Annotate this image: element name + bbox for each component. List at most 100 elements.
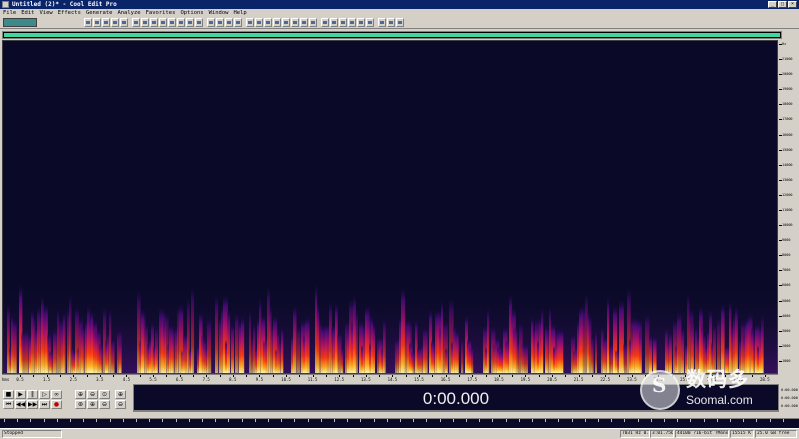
level-tick <box>650 419 652 422</box>
spectrogram-burst <box>109 308 112 373</box>
waveform-overview[interactable] <box>2 31 782 39</box>
menu-effects[interactable]: Effects <box>58 9 81 17</box>
toolbar-button[interactable] <box>177 18 185 27</box>
toolbar-button[interactable] <box>357 18 365 27</box>
zoom-out-horizontal-button[interactable]: ⊖ <box>87 390 98 399</box>
time-tick <box>272 375 274 377</box>
toolbar-button[interactable] <box>168 18 176 27</box>
spectrogram-burst <box>63 311 66 373</box>
toolbar-button[interactable] <box>321 18 329 27</box>
toolbar-button[interactable] <box>255 18 263 27</box>
menu-favorites[interactable]: Favorites <box>146 9 176 17</box>
spectrogram-burst <box>383 318 386 373</box>
level-tick <box>360 419 362 422</box>
maximize-button[interactable]: □ <box>778 1 787 8</box>
play-to-end-button[interactable]: ▷ <box>39 390 50 399</box>
toolbar-button[interactable] <box>282 18 290 27</box>
spectrogram-canvas[interactable] <box>3 41 777 373</box>
toolbar-button[interactable] <box>93 18 101 27</box>
time-tick <box>512 375 514 377</box>
level-tick <box>492 419 494 422</box>
go-to-end-button[interactable]: ⏭ <box>39 400 50 409</box>
spectrogram-burst <box>53 329 57 373</box>
toolbar-button[interactable] <box>195 18 203 27</box>
time-label: 8.5 <box>229 377 237 382</box>
fast-forward-button[interactable]: ▶▶ <box>27 400 38 409</box>
zoom-right-button[interactable]: ⊖ <box>115 400 126 409</box>
zoom-full-button[interactable]: ⊙ <box>99 390 110 399</box>
close-button[interactable]: × <box>788 1 797 8</box>
minimize-button[interactable]: _ <box>768 1 777 8</box>
spectrogram-burst <box>549 306 552 373</box>
level-tick <box>664 419 665 422</box>
spectrogram-burst <box>581 304 585 373</box>
spectrogram-burst <box>317 303 320 373</box>
zoom-in-vertical-button[interactable]: ⊕ <box>87 400 98 409</box>
toolbar-button[interactable] <box>150 18 158 27</box>
toolbar-button[interactable] <box>264 18 272 27</box>
toolbar-button[interactable] <box>120 18 128 27</box>
spectrogram-burst <box>325 323 330 373</box>
toolbar-button[interactable] <box>102 18 110 27</box>
spectrogram-burst <box>607 296 610 373</box>
toolbar-button[interactable] <box>291 18 299 27</box>
toolbar-button[interactable] <box>186 18 194 27</box>
menu-options[interactable]: Options <box>180 9 203 17</box>
menu-generate[interactable]: Generate <box>86 9 113 17</box>
toolbar-button[interactable] <box>207 18 215 27</box>
toolbar-button[interactable] <box>234 18 242 27</box>
toolbar-button[interactable] <box>132 18 140 27</box>
toolbar-button[interactable] <box>309 18 317 27</box>
zoom-selection-button[interactable]: ⊛ <box>75 400 86 409</box>
level-tick <box>96 419 98 422</box>
toolbar-button[interactable] <box>111 18 119 27</box>
spectrogram-burst <box>99 342 103 373</box>
menu-analyze[interactable]: Analyze <box>117 9 140 17</box>
menu-help[interactable]: Help <box>234 9 247 17</box>
toolbar-button[interactable] <box>273 18 281 27</box>
go-to-start-button[interactable]: ⏮ <box>3 400 14 409</box>
spectrogram-burst <box>171 326 175 373</box>
loop-button[interactable]: ∞ <box>51 390 62 399</box>
spectrogram-burst <box>293 305 297 373</box>
time-ruler-unit: hms <box>2 377 10 382</box>
spectrogram-burst <box>469 346 474 373</box>
toolbar-button[interactable] <box>348 18 356 27</box>
level-tick <box>532 419 533 422</box>
spectrogram-burst <box>487 307 490 373</box>
zoom-out-vertical-button[interactable]: ⊖ <box>99 400 110 409</box>
zoom-left-button[interactable]: ⊕ <box>115 390 126 399</box>
pause-button[interactable]: ‖ <box>27 390 38 399</box>
zoom-in-horizontal-button[interactable]: ⊕ <box>75 390 86 399</box>
level-tick <box>17 419 19 422</box>
toolbar-button[interactable] <box>141 18 149 27</box>
record-button[interactable]: ● <box>51 400 62 409</box>
toolbar-button[interactable] <box>246 18 254 27</box>
toolbar-button[interactable] <box>339 18 347 27</box>
level-tick <box>505 419 507 422</box>
toolbar-button[interactable] <box>366 18 374 27</box>
menu-edit[interactable]: Edit <box>21 9 34 17</box>
multitrack-toggle-button[interactable] <box>3 18 37 27</box>
level-tick <box>202 419 203 422</box>
toolbar-button[interactable] <box>387 18 395 27</box>
toolbar-button[interactable] <box>159 18 167 27</box>
rewind-button[interactable]: ◀◀ <box>15 400 26 409</box>
toolbar-button[interactable] <box>330 18 338 27</box>
level-tick <box>136 419 137 422</box>
menu-view[interactable]: View <box>40 9 53 17</box>
overview-range-bar[interactable] <box>4 33 780 37</box>
menu-file[interactable]: File <box>3 9 16 17</box>
toolbar-button[interactable] <box>216 18 224 27</box>
stop-button[interactable]: ■ <box>3 390 14 399</box>
toolbar-button[interactable] <box>378 18 386 27</box>
menu-window[interactable]: Window <box>209 9 229 17</box>
frequency-label: Hz <box>782 42 787 46</box>
toolbar-button[interactable] <box>300 18 308 27</box>
spectrogram-view[interactable] <box>2 40 778 374</box>
toolbar-button[interactable] <box>225 18 233 27</box>
toolbar-button[interactable] <box>84 18 92 27</box>
play-button[interactable]: ▶ <box>15 390 26 399</box>
time-label: 9.5 <box>255 377 264 382</box>
toolbar-button[interactable] <box>396 18 404 27</box>
